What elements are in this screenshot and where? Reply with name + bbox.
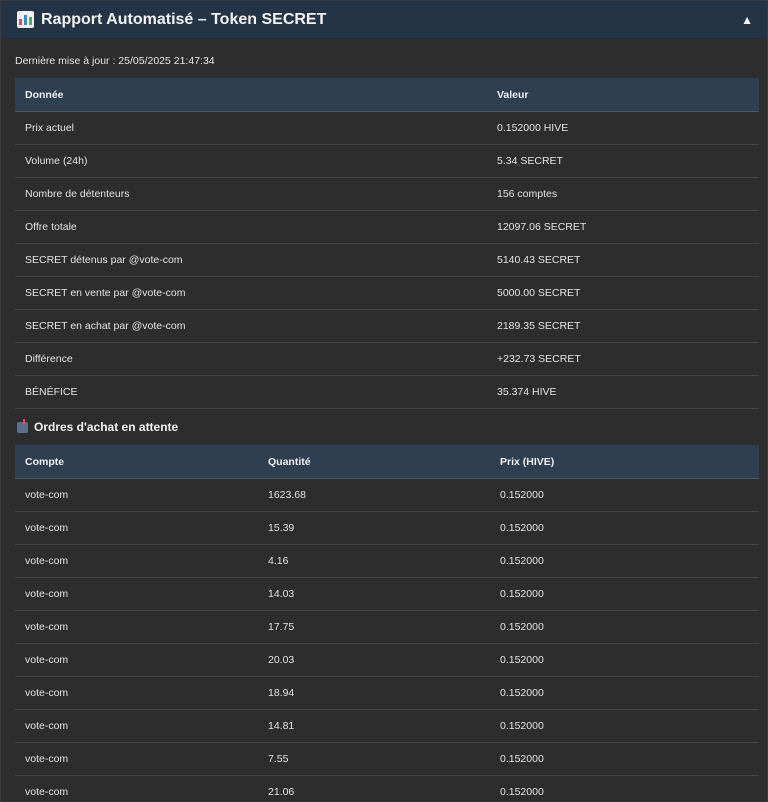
table-cell: 5140.43 SECRET (487, 243, 759, 277)
table-row: vote-com 1623.68 0.152000 (15, 478, 759, 512)
table-cell: 0.152000 (490, 511, 759, 545)
table-cell: 15.39 (258, 511, 490, 545)
table-cell: 0.152000 (490, 709, 759, 743)
table-cell: 0.152000 (490, 478, 759, 512)
table-row: Volume (24h) 5.34 SECRET (15, 144, 759, 178)
table-row: Prix actuel 0.152000 HIVE (15, 111, 759, 145)
table-cell: vote-com (15, 676, 258, 710)
column-header-compte: Compte (15, 445, 258, 479)
bar-chart-icon (17, 11, 34, 28)
column-header-quantite: Quantité (258, 445, 490, 479)
column-header-prix: Prix (HIVE) (490, 445, 759, 479)
orders-header-row: Compte Quantité Prix (HIVE) (15, 445, 759, 479)
table-cell: 21.06 (258, 775, 490, 801)
table-cell: vote-com (15, 478, 258, 512)
table-row: vote-com 20.03 0.152000 (15, 643, 759, 677)
table-row: vote-com 21.06 0.152000 (15, 775, 759, 801)
table-cell: 14.03 (258, 577, 490, 611)
table-row: Nombre de détenteurs 156 comptes (15, 177, 759, 211)
table-cell: 2189.35 SECRET (487, 309, 759, 343)
orders-section-title: Ordres d'achat en attente (17, 409, 757, 445)
table-row: vote-com 15.39 0.152000 (15, 511, 759, 545)
table-row: SECRET en achat par @vote-com 2189.35 SEC… (15, 309, 759, 343)
table-cell: 5000.00 SECRET (487, 276, 759, 310)
table-cell: vote-com (15, 643, 258, 677)
table-cell: Volume (24h) (15, 144, 487, 178)
table-cell: 0.152000 (490, 676, 759, 710)
table-cell: vote-com (15, 775, 258, 801)
table-row: vote-com 14.03 0.152000 (15, 577, 759, 611)
summary-header-row: Donnée Valeur (15, 78, 759, 112)
table-cell: 18.94 (258, 676, 490, 710)
column-header-donnee: Donnée (15, 78, 487, 112)
table-row: vote-com 7.55 0.152000 (15, 742, 759, 776)
report-panel: Rapport Automatisé – Token SECRET ▲ Dern… (0, 0, 768, 802)
table-cell: 0.152000 (490, 544, 759, 578)
table-cell: 0.152000 (490, 577, 759, 611)
table-cell: vote-com (15, 610, 258, 644)
summary-body: Prix actuel 0.152000 HIVE Volume (24h) 5.34… (15, 111, 759, 409)
table-cell: 35.374 HIVE (487, 375, 759, 409)
table-cell: 156 comptes (487, 177, 759, 211)
table-row: Offre totale 12097.06 SECRET (15, 210, 759, 244)
table-cell: Différence (15, 342, 487, 376)
table-cell: 0.152000 (490, 775, 759, 801)
table-row: BÉNÉFICE 35.374 HIVE (15, 375, 759, 409)
table-cell: 0.152000 (490, 610, 759, 644)
table-row: Différence +232.73 SECRET (15, 342, 759, 376)
table-cell: SECRET en achat par @vote-com (15, 309, 487, 343)
table-cell: Nombre de détenteurs (15, 177, 487, 211)
table-cell: 20.03 (258, 643, 490, 677)
table-cell: 0.152000 (490, 742, 759, 776)
table-cell: Prix actuel (15, 111, 487, 145)
column-header-valeur: Valeur (487, 78, 759, 112)
table-cell: 5.34 SECRET (487, 144, 759, 178)
page-title: Rapport Automatisé – Token SECRET (41, 10, 327, 28)
table-cell: vote-com (15, 544, 258, 578)
table-cell: 0.152000 HIVE (487, 111, 759, 145)
table-cell: 0.152000 (490, 643, 759, 677)
table-row: vote-com 18.94 0.152000 (15, 676, 759, 710)
table-cell: vote-com (15, 709, 258, 743)
table-cell: vote-com (15, 742, 258, 776)
panel-header[interactable]: Rapport Automatisé – Token SECRET ▲ (1, 1, 767, 39)
table-row: vote-com 4.16 0.152000 (15, 544, 759, 578)
table-row: SECRET en vente par @vote-com 5000.00 SEC… (15, 276, 759, 310)
last-updated-text: Dernière mise à jour : 25/05/2025 21:47:… (15, 55, 215, 67)
table-row: SECRET détenus par @vote-com 5140.43 SECR… (15, 243, 759, 277)
panel-content: Dernière mise à jour : 25/05/2025 21:47:… (1, 39, 767, 801)
orders-body: vote-com 1623.68 0.152000 vote-com 15.39 0.15… (15, 478, 759, 801)
table-cell: Offre totale (15, 210, 487, 244)
mailbox-icon (17, 418, 28, 433)
collapse-toggle-icon[interactable]: ▲ (741, 13, 753, 27)
table-cell: SECRET en vente par @vote-com (15, 276, 487, 310)
orders-table: Compte Quantité Prix (HIVE) vote-com 1623… (15, 445, 759, 801)
table-row: vote-com 14.81 0.152000 (15, 709, 759, 743)
table-cell: +232.73 SECRET (487, 342, 759, 376)
table-cell: vote-com (15, 511, 258, 545)
table-cell: 14.81 (258, 709, 490, 743)
summary-table: Donnée Valeur Prix actuel 0.152000 HIVE Vo… (15, 78, 759, 409)
table-cell: BÉNÉFICE (15, 375, 487, 409)
table-cell: 17.75 (258, 610, 490, 644)
table-cell: 1623.68 (258, 478, 490, 512)
table-cell: 12097.06 SECRET (487, 210, 759, 244)
table-cell: 7.55 (258, 742, 490, 776)
table-row: vote-com 17.75 0.152000 (15, 610, 759, 644)
table-cell: SECRET détenus par @vote-com (15, 243, 487, 277)
table-cell: 4.16 (258, 544, 490, 578)
table-cell: vote-com (15, 577, 258, 611)
orders-title-text: Ordres d'achat en attente (34, 420, 179, 434)
